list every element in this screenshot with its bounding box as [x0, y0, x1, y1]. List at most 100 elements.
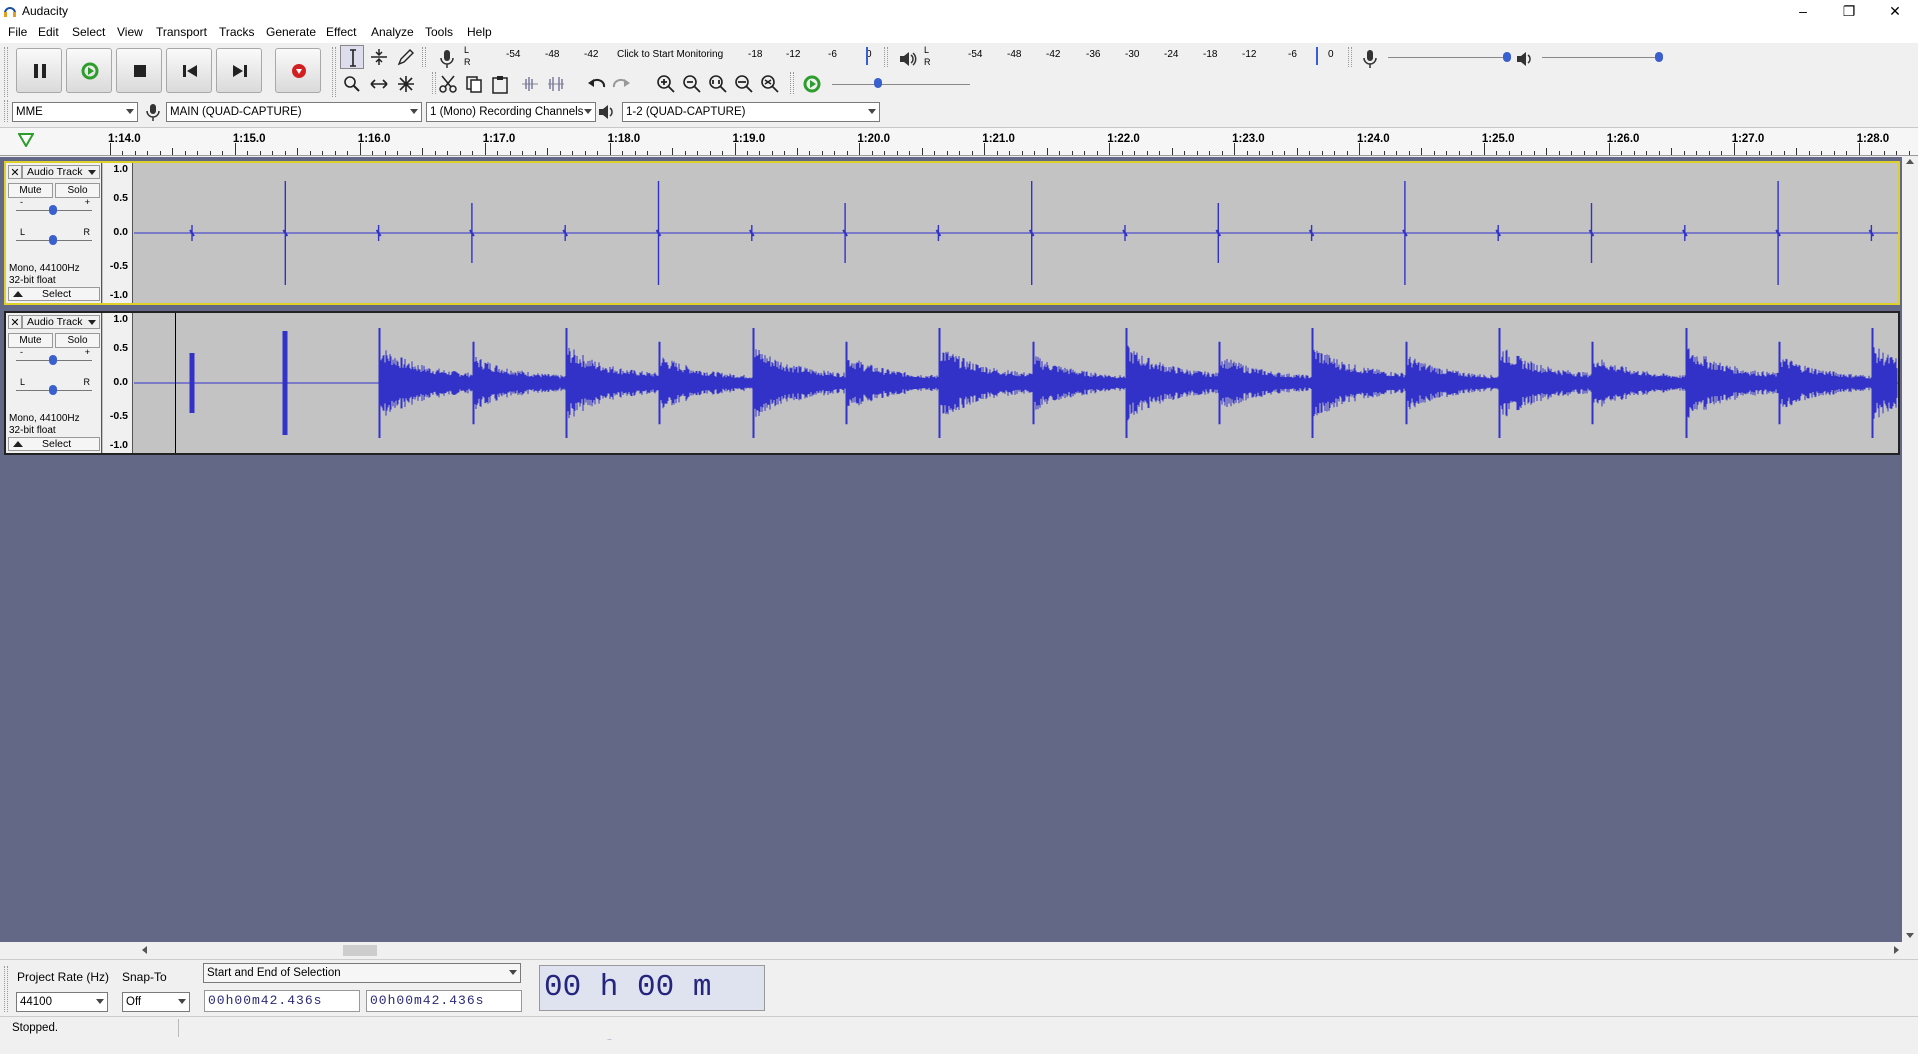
fit-selection-button[interactable] — [706, 72, 730, 96]
track-name-menu[interactable]: Audio Track — [22, 165, 100, 179]
audio-track-1[interactable]: ✕ Audio Track Mute Solo - + L R Mono, 44… — [4, 161, 1900, 305]
collapse-track-icon[interactable] — [13, 441, 23, 447]
gain-slider[interactable]: - + — [16, 197, 92, 217]
skip-to-start-button[interactable] — [166, 48, 212, 93]
fit-project-button[interactable] — [732, 72, 756, 96]
pan-slider-thumb[interactable] — [49, 235, 57, 245]
minimize-button[interactable]: – — [1780, 0, 1826, 22]
silence-audio-button[interactable] — [544, 72, 568, 96]
play-at-speed-button[interactable] — [800, 72, 824, 96]
menu-file[interactable]: File — [8, 25, 27, 39]
waveform-1[interactable] — [134, 163, 1898, 303]
pause-button[interactable] — [16, 48, 62, 93]
envelope-tool[interactable] — [367, 45, 391, 69]
track-panel[interactable]: ✕ Audio Track Mute Solo - + L R Mono, 44… — [0, 157, 1902, 942]
play-meter-grip[interactable] — [884, 47, 888, 67]
menu-transport[interactable]: Transport — [156, 25, 207, 39]
gain-slider[interactable]: - + — [16, 347, 92, 367]
playback-volume-slider[interactable] — [1542, 57, 1662, 58]
play-button[interactable] — [66, 48, 112, 93]
selection-mode-select[interactable]: Start and End of Selection — [203, 963, 521, 983]
copy-button[interactable] — [462, 72, 486, 96]
recording-volume-slider[interactable] — [1388, 57, 1510, 58]
zoom-tool[interactable] — [340, 72, 364, 96]
click-to-start-monitoring[interactable]: Click to Start Monitoring — [617, 49, 723, 60]
collapse-track-icon[interactable] — [13, 291, 23, 297]
menu-generate[interactable]: Generate — [266, 25, 316, 39]
recording-channels-select[interactable]: 1 (Mono) Recording Channels — [426, 102, 596, 122]
recording-volume-thumb[interactable] — [1503, 52, 1511, 62]
playback-volume-thumb[interactable] — [1655, 52, 1663, 62]
pan-slider[interactable]: L R — [16, 377, 92, 397]
scroll-up-icon[interactable] — [1906, 159, 1914, 164]
menu-select[interactable]: Select — [72, 25, 105, 39]
pan-slider-thumb[interactable] — [49, 385, 57, 395]
menu-effect[interactable]: Effect — [326, 25, 356, 39]
snap-to-select[interactable]: Off — [122, 992, 190, 1012]
zoom-in-button[interactable] — [654, 72, 678, 96]
toolbar-grip[interactable] — [4, 47, 8, 97]
play-meter[interactable]: -54 -48 -42 -36 -30 -24 -18 -12 -6 0 — [930, 49, 1340, 63]
gain-slider-thumb[interactable] — [49, 355, 57, 365]
pan-slider[interactable]: L R — [16, 227, 92, 247]
tools-grip[interactable] — [332, 47, 336, 97]
audio-position-display[interactable]: 00 h 00 m 42 s — [539, 965, 765, 1049]
solo-button[interactable]: Solo — [55, 183, 100, 198]
track-select-button[interactable]: Select — [8, 437, 100, 451]
timeline-ruler[interactable]: 1:14.0 1:15.0 1:16.0 1:17.0 1:18.0 1:19.0 1:20… — [0, 128, 1918, 156]
menu-view[interactable]: View — [117, 25, 143, 39]
time-shift-tool[interactable] — [367, 72, 391, 96]
cut-button[interactable] — [436, 72, 460, 96]
selection-end-time[interactable]: 00h00m42.436s — [366, 990, 522, 1012]
audio-track-2[interactable]: ✕ Audio Track Mute Solo - + L R Mono, 44… — [4, 311, 1900, 455]
mute-button[interactable]: Mute — [8, 333, 53, 348]
play-speed-slider[interactable] — [832, 84, 970, 85]
track-select-button[interactable]: Select — [8, 287, 100, 301]
record-button[interactable] — [275, 48, 321, 93]
menu-analyze[interactable]: Analyze — [371, 25, 414, 39]
selection-toolbar-grip[interactable] — [4, 966, 8, 1012]
gain-slider-thumb[interactable] — [49, 205, 57, 215]
selection-tool[interactable] — [340, 45, 364, 69]
mute-button[interactable]: Mute — [8, 183, 53, 198]
menu-help[interactable]: Help — [467, 25, 492, 39]
scroll-left-icon[interactable] — [142, 946, 147, 954]
waveform-2[interactable] — [134, 313, 1898, 453]
play-speed-thumb[interactable] — [874, 78, 882, 88]
skip-to-end-button[interactable] — [216, 48, 262, 93]
stop-button[interactable] — [116, 48, 162, 93]
zoom-out-button[interactable] — [680, 72, 704, 96]
mixer-grip[interactable] — [1348, 47, 1352, 67]
playback-device-select[interactable]: 1-2 (QUAD-CAPTURE) — [622, 102, 880, 122]
vertical-scrollbar[interactable] — [1902, 157, 1918, 942]
scroll-right-icon[interactable] — [1894, 946, 1899, 954]
menu-tools[interactable]: Tools — [425, 25, 453, 39]
speaker-icon[interactable] — [898, 49, 918, 69]
redo-button[interactable] — [610, 72, 634, 96]
trim-audio-button[interactable] — [518, 72, 542, 96]
paste-button[interactable] — [488, 72, 512, 96]
multi-tool[interactable] — [394, 72, 418, 96]
track-name-menu[interactable]: Audio Track — [22, 315, 100, 329]
horizontal-scroll-thumb[interactable] — [343, 945, 377, 956]
play-at-speed-grip[interactable] — [790, 72, 794, 94]
draw-tool[interactable] — [394, 45, 418, 69]
restore-button[interactable]: ❐ — [1826, 0, 1872, 22]
menu-tracks[interactable]: Tracks — [219, 25, 255, 39]
close-window-button[interactable]: ✕ — [1872, 0, 1918, 22]
close-track-icon[interactable]: ✕ — [8, 165, 22, 179]
record-meter-grip[interactable] — [422, 47, 426, 67]
device-toolbar-grip[interactable] — [4, 100, 8, 122]
scroll-down-icon[interactable] — [1906, 933, 1914, 938]
zoom-toggle-button[interactable] — [758, 72, 782, 96]
audio-host-select[interactable]: MME — [12, 102, 138, 122]
recording-device-select[interactable]: MAIN (QUAD-CAPTURE) — [166, 102, 422, 122]
project-rate-select[interactable]: 44100 — [16, 992, 108, 1012]
undo-button[interactable] — [584, 72, 608, 96]
close-track-icon[interactable]: ✕ — [8, 315, 22, 329]
horizontal-scrollbar[interactable] — [0, 942, 1902, 959]
solo-button[interactable]: Solo — [55, 333, 100, 348]
menu-edit[interactable]: Edit — [38, 25, 59, 39]
selection-start-time[interactable]: 00h00m42.436s — [204, 990, 360, 1012]
record-meter[interactable]: -54 -48 -42 Click to Start Monitoring -1… — [470, 49, 878, 63]
